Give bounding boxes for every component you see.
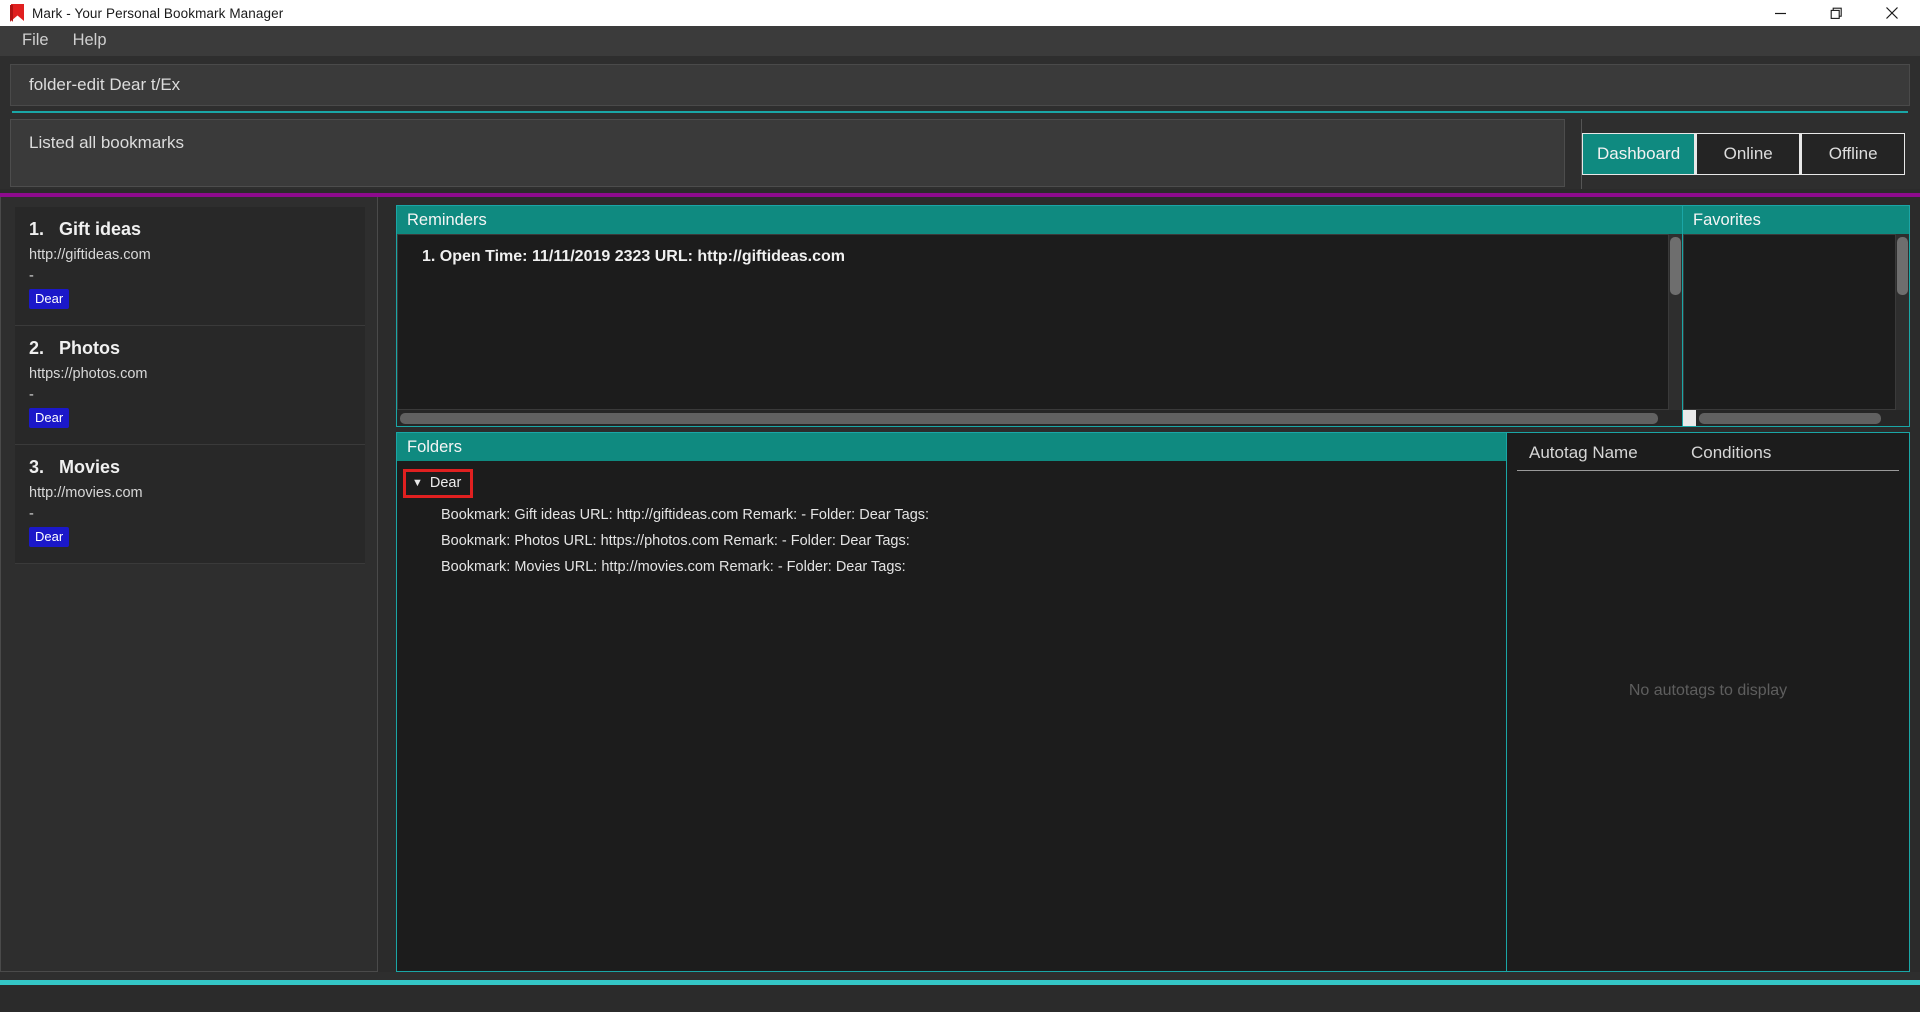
reminders-list[interactable]: 1. Open Time: 11/11/2019 2323 URL: http:… xyxy=(397,234,1669,410)
bookmark-url: http://movies.com xyxy=(29,485,143,501)
bookmark-title: Gift ideas xyxy=(59,219,142,239)
view-tabs-container: Dashboard Online Offline xyxy=(1581,119,1917,189)
bookmark-title: Movies xyxy=(59,457,121,477)
status-badge: Dear xyxy=(29,408,70,428)
menubar: File Help xyxy=(0,26,1920,56)
scrollbar-thumb[interactable] xyxy=(1897,237,1908,295)
reminders-header: Reminders xyxy=(397,206,1682,234)
list-item[interactable]: 3. Movies http://movies.com - Dear xyxy=(15,445,365,564)
command-input[interactable]: folder-edit Dear t/Ex xyxy=(10,64,1910,106)
folder-tree-node-dear[interactable]: ▼ Dear xyxy=(403,469,474,498)
bookmark-url: http://giftideas.com xyxy=(29,247,151,263)
bookmark-url: https://photos.com xyxy=(29,366,148,382)
restore-icon[interactable] xyxy=(1808,0,1864,26)
minimize-icon[interactable] xyxy=(1752,0,1808,26)
tab-online[interactable]: Online xyxy=(1697,134,1800,174)
view-tabs: Dashboard Online Offline xyxy=(1582,133,1906,175)
bookmark-tags: Dear xyxy=(29,408,351,428)
menu-item-file[interactable]: File xyxy=(10,29,61,52)
scrollbar-thumb[interactable] xyxy=(1670,237,1681,295)
folders-panel: Folders ▼ Dear Bookmark: Gift ideas URL:… xyxy=(396,432,1506,972)
scrollbar-thumb[interactable] xyxy=(1699,412,1881,424)
scrollbar-corner xyxy=(1683,410,1696,426)
bookmark-index: 2. xyxy=(29,338,45,358)
folder-label: Dear xyxy=(429,475,462,491)
status-bar xyxy=(0,972,1920,980)
bookmark-remark: - xyxy=(29,268,34,284)
window-title: Mark - Your Personal Bookmark Manager xyxy=(32,5,284,21)
column-header-conditions: Conditions xyxy=(1679,443,1899,471)
folders-tree[interactable]: ▼ Dear Bookmark: Gift ideas URL: http://… xyxy=(397,461,1506,971)
table-row[interactable]: Bookmark: Photos URL: https://photos.com… xyxy=(401,528,1506,554)
favorites-body-wrap xyxy=(1683,234,1909,410)
bookmark-heading: 3. Movies xyxy=(29,457,351,478)
command-area: folder-edit Dear t/Ex xyxy=(0,56,1920,113)
favorites-panel: Favorites xyxy=(1682,205,1910,427)
window-titlebar: Mark - Your Personal Bookmark Manager xyxy=(0,0,1920,26)
table-row[interactable]: Bookmark: Gift ideas URL: http://giftide… xyxy=(401,502,1506,528)
close-icon[interactable] xyxy=(1864,0,1920,26)
list-item[interactable]: 2. Photos https://photos.com - Dear xyxy=(15,326,365,445)
bookmark-heading: 1. Gift ideas xyxy=(29,219,351,240)
bookmark-title: Photos xyxy=(59,338,121,358)
tab-offline[interactable]: Offline xyxy=(1802,134,1905,174)
result-display: Listed all bookmarks xyxy=(10,119,1565,187)
status-badge: Dear xyxy=(29,289,70,309)
column-header-autotag-name: Autotag Name xyxy=(1517,443,1679,471)
favorites-list[interactable] xyxy=(1683,234,1896,410)
status-badge: Dear xyxy=(29,527,70,547)
scrollbar-track[interactable] xyxy=(1696,410,1909,426)
status-bar-accent xyxy=(0,980,1920,985)
bookmark-remark: - xyxy=(29,387,34,403)
bookmark-index: 3. xyxy=(29,457,45,477)
main-content: 1. Gift ideas http://giftideas.com - Dea… xyxy=(0,197,1920,972)
bookmark-remark: - xyxy=(29,506,34,522)
result-and-tabs-row: Listed all bookmarks Dashboard Online Of… xyxy=(0,113,1920,189)
list-item[interactable]: 1. Gift ideas http://giftideas.com - Dea… xyxy=(15,207,365,326)
autotags-panel: Autotag Name Conditions No autotags to d… xyxy=(1506,432,1910,972)
reminders-horizontal-scrollbar[interactable] xyxy=(397,410,1682,426)
reminders-panel: Reminders 1. Open Time: 11/11/2019 2323 … xyxy=(396,205,1682,427)
bookmark-index: 1. xyxy=(29,219,45,239)
folders-autotags-row: Folders ▼ Dear Bookmark: Gift ideas URL:… xyxy=(396,432,1910,972)
favorites-vertical-scrollbar[interactable] xyxy=(1896,234,1909,410)
reminders-favorites-row: Reminders 1. Open Time: 11/11/2019 2323 … xyxy=(396,205,1910,427)
bookmark-heading: 2. Photos xyxy=(29,338,351,359)
bookmark-icon xyxy=(6,2,28,24)
list-item[interactable]: 1. Open Time: 11/11/2019 2323 URL: http:… xyxy=(398,245,1668,266)
tab-dashboard[interactable]: Dashboard xyxy=(1583,134,1695,174)
menu-item-help[interactable]: Help xyxy=(61,29,119,52)
table-row[interactable]: Bookmark: Movies URL: http://movies.com … xyxy=(401,554,1506,580)
autotags-table-header: Autotag Name Conditions xyxy=(1507,433,1909,471)
empty-state-text: No autotags to display xyxy=(1628,682,1788,699)
folders-header: Folders xyxy=(397,433,1506,461)
bookmark-tags: Dear xyxy=(29,527,351,547)
autotags-table-body: No autotags to display xyxy=(1507,471,1909,971)
favorites-header: Favorites xyxy=(1683,206,1909,234)
window-controls xyxy=(1752,0,1920,26)
chevron-down-icon[interactable]: ▼ xyxy=(412,477,423,489)
favorites-horizontal-scrollbar[interactable] xyxy=(1683,410,1909,426)
dashboard-panels: Reminders 1. Open Time: 11/11/2019 2323 … xyxy=(378,197,1920,972)
scrollbar-track[interactable] xyxy=(397,410,1682,426)
reminders-vertical-scrollbar[interactable] xyxy=(1669,234,1682,410)
bookmark-tags: Dear xyxy=(29,289,351,309)
reminders-body-wrap: 1. Open Time: 11/11/2019 2323 URL: http:… xyxy=(397,234,1682,410)
bookmark-list-panel[interactable]: 1. Gift ideas http://giftideas.com - Dea… xyxy=(0,197,378,972)
scrollbar-thumb[interactable] xyxy=(400,412,1658,424)
